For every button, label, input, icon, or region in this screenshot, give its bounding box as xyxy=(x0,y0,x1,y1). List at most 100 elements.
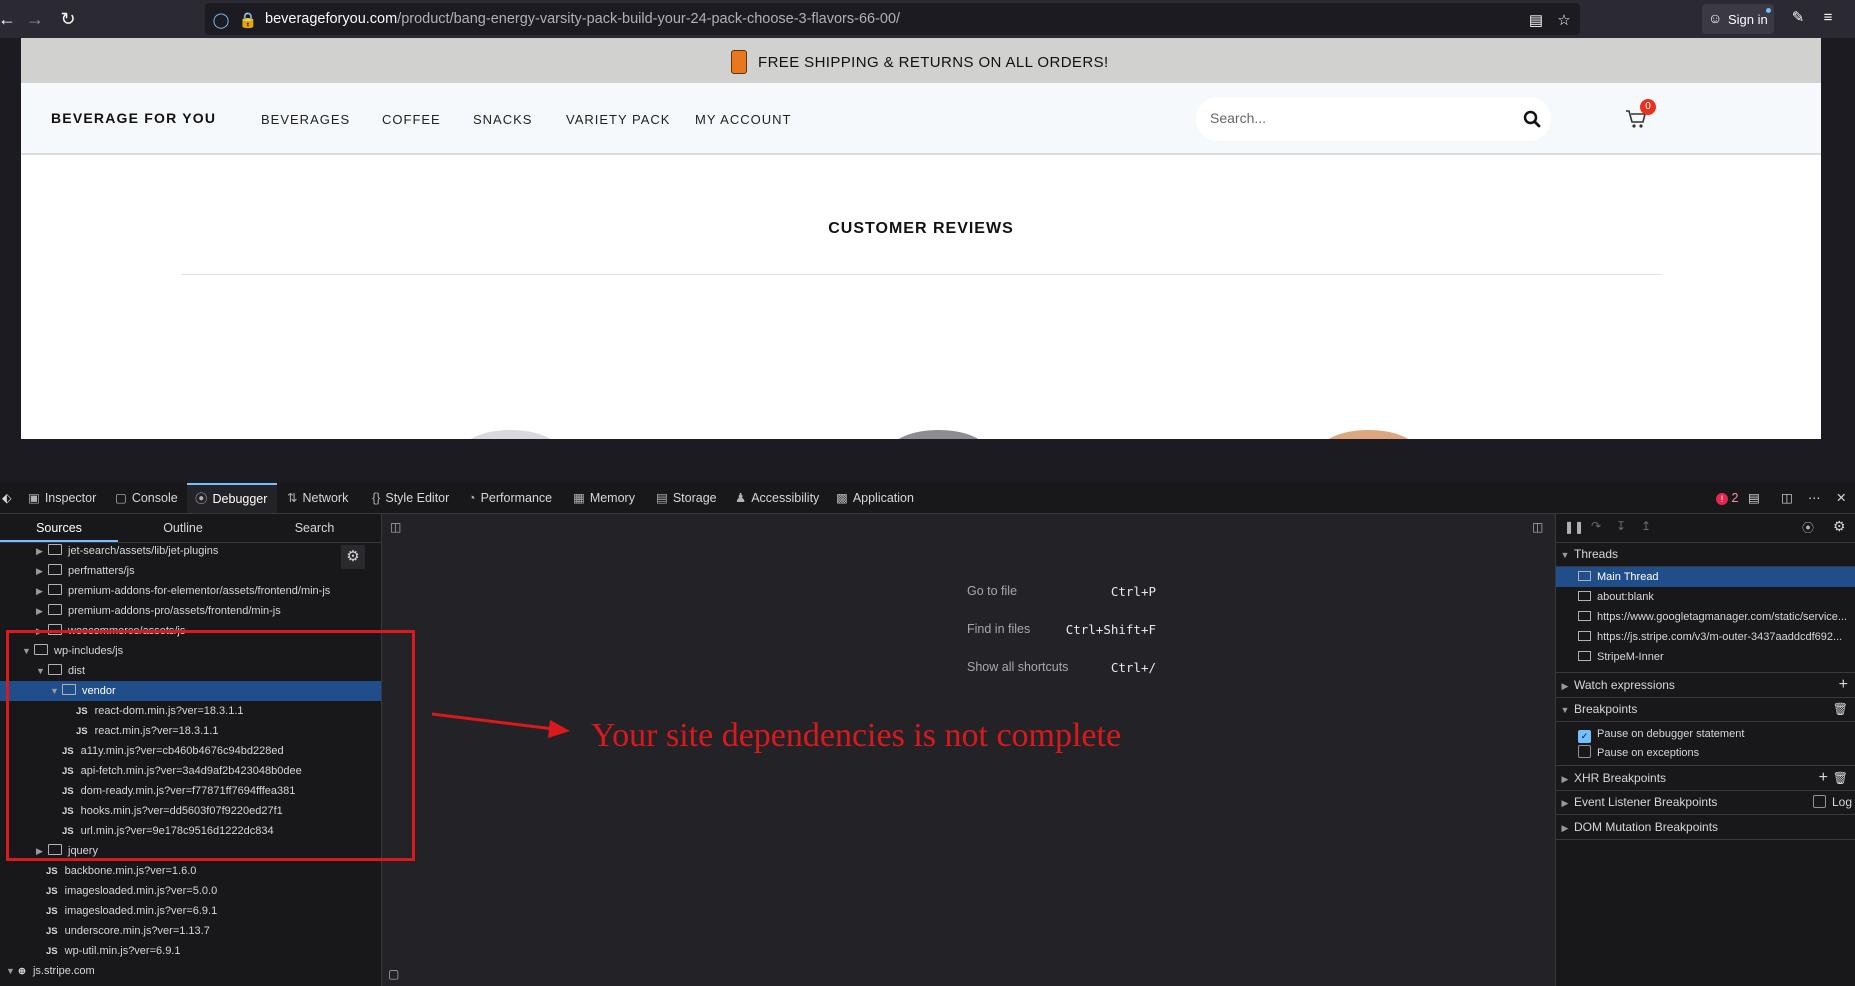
debugger-settings-icon[interactable]: ⚙ xyxy=(1833,518,1846,535)
toggle-sidebar-icon[interactable]: ◫ xyxy=(390,520,401,534)
url-bar[interactable]: ◯ 🔒 beverageforyou.com/product/bang-ener… xyxy=(205,3,1580,35)
expanded-triangle-icon: ▼ xyxy=(1560,705,1570,715)
dock-icon[interactable]: ◫ xyxy=(1781,483,1793,513)
nav-my-account[interactable]: MY ACCOUNT xyxy=(695,112,791,127)
checkbox[interactable] xyxy=(1812,795,1826,808)
deactivate-breakpoints-icon[interactable]: ⦿ xyxy=(1802,519,1814,536)
tab-accessibility[interactable]: ♟ Accessibility xyxy=(735,483,819,513)
reviewer-avatar xyxy=(463,430,558,439)
pretty-print-icon[interactable]: ▢ xyxy=(388,967,399,981)
tab-search[interactable]: Search xyxy=(248,514,381,542)
tree-item-label: premium-addons-for-elementor/assets/fron… xyxy=(68,585,331,597)
trash-icon[interactable]: 🗑 xyxy=(1833,766,1848,790)
annotation-text: Your site dependencies is not complete xyxy=(591,717,1122,754)
pause-debugger-option[interactable]: ✓ Pause on debugger statement xyxy=(1578,724,1744,744)
step-over-icon[interactable]: ↷ xyxy=(1591,519,1601,533)
nav-variety-pack[interactable]: VARIETY PACK xyxy=(566,112,670,127)
tab-outline[interactable]: Outline xyxy=(118,514,248,542)
collapsed-triangle-icon[interactable]: ▶ xyxy=(36,561,48,581)
thread-row[interactable]: StripeM-Inner xyxy=(1556,647,1855,667)
tab-console[interactable]: ▢ Console xyxy=(115,483,178,513)
window-icon xyxy=(1578,591,1591,601)
nav-snacks[interactable]: SNACKS xyxy=(473,112,532,127)
thread-row[interactable]: about:blank xyxy=(1556,587,1855,607)
more-options-icon[interactable]: ⋯ xyxy=(1808,483,1821,513)
tree-folder-item[interactable]: ▶ jet-search/assets/lib/jet-plugins xyxy=(36,541,218,561)
log-toggle[interactable]: Log xyxy=(1812,790,1852,814)
tab-storage[interactable]: ▤ Storage xyxy=(656,483,717,513)
tab-performance[interactable]: ◔ Performance xyxy=(468,483,552,513)
watch-expressions-header[interactable]: ▶ Watch expressions + xyxy=(1556,672,1855,698)
extensions-icon[interactable]: ✎ xyxy=(1788,8,1808,28)
breakpoints-header[interactable]: ▼ Breakpoints 🗑 xyxy=(1556,697,1855,722)
tab-network[interactable]: ⇅ Network xyxy=(287,483,348,513)
back-icon[interactable]: ← xyxy=(0,6,20,32)
drink-can-icon xyxy=(731,50,747,74)
bookmark-star-icon[interactable]: ☆ xyxy=(1554,11,1574,31)
step-in-icon[interactable]: ↧ xyxy=(1616,519,1626,533)
option-label: Pause on exceptions xyxy=(1597,747,1700,759)
tab-application[interactable]: ▩ Application xyxy=(836,483,914,513)
tree-file-item[interactable]: JS wp-util.min.js?ver=6.9.1 xyxy=(34,941,180,961)
dom-mutation-header[interactable]: ▶ DOM Mutation Breakpoints xyxy=(1556,815,1855,840)
expanded-triangle-icon: ▼ xyxy=(1560,550,1570,560)
tree-file-item[interactable]: JS backbone.min.js?ver=1.6.0 xyxy=(34,861,196,881)
error-count-value: 2 xyxy=(1731,491,1739,505)
tracking-shield-icon[interactable]: ◯ xyxy=(211,11,231,31)
reload-icon[interactable]: ↻ xyxy=(55,6,81,32)
collapsed-triangle-icon[interactable]: ▶ xyxy=(36,601,48,621)
site-logo[interactable]: BEVERAGE FOR YOU xyxy=(51,110,216,126)
error-count[interactable]: ! 2 xyxy=(1716,483,1738,513)
collapsed-triangle-icon[interactable]: ▶ xyxy=(36,581,48,601)
forward-icon[interactable]: → xyxy=(22,6,48,32)
tree-file-item[interactable]: JS underscore.min.js?ver=1.13.7 xyxy=(34,921,210,941)
tree-folder-item[interactable]: ▶ premium-addons-pro/assets/frontend/min-… xyxy=(36,601,281,621)
tree-folder-item[interactable]: ▼ ⊕ js.stripe.com xyxy=(6,961,95,981)
step-out-icon[interactable]: ↥ xyxy=(1641,519,1651,533)
tree-file-item[interactable]: JS imagesloaded.min.js?ver=5.0.0 xyxy=(34,881,217,901)
site-header: BEVERAGE FOR YOU BEVERAGES COFFEE SNACKS… xyxy=(21,83,1821,155)
thread-row[interactable]: Main Thread xyxy=(1556,567,1855,587)
pick-element-icon[interactable]: ⬖ xyxy=(2,483,12,513)
tab-debugger[interactable]: ⦿ Debugger xyxy=(187,483,278,513)
thread-row[interactable]: https://js.stripe.com/v3/m-outer-3437aad… xyxy=(1556,627,1855,647)
settings-gear-icon[interactable]: ⚙ xyxy=(341,545,365,569)
menu-icon[interactable]: ≡ xyxy=(1818,8,1838,28)
close-icon[interactable]: ✕ xyxy=(1836,483,1846,513)
pause-exceptions-option[interactable]: Pause on exceptions xyxy=(1578,743,1699,763)
tab-sources[interactable]: Sources xyxy=(0,514,118,542)
tab-style-editor[interactable]: {} Style Editor xyxy=(372,483,449,513)
url-text[interactable]: beverageforyou.com/product/bang-energy-v… xyxy=(265,11,900,27)
storage-icon: ▤ xyxy=(656,491,668,505)
add-icon[interactable]: + xyxy=(1839,673,1848,697)
sign-in-button[interactable]: ☺ Sign in xyxy=(1702,4,1774,34)
reader-view-icon[interactable]: ▤ xyxy=(1526,11,1546,31)
lock-icon[interactable]: 🔒 xyxy=(238,11,258,31)
accessibility-icon: ♟ xyxy=(735,491,747,505)
checkbox[interactable] xyxy=(1578,745,1591,758)
trash-icon[interactable]: 🗑 xyxy=(1833,697,1848,721)
tab-inspector[interactable]: ▣ Inspector xyxy=(28,483,96,513)
split-console-icon[interactable]: ▤ xyxy=(1748,483,1760,513)
tree-folder-item[interactable]: ▶ premium-addons-for-elementor/assets/fro… xyxy=(36,581,330,601)
tree-folder-item[interactable]: ▶ perfmatters/js xyxy=(36,561,135,581)
tab-memory[interactable]: ▦ Memory xyxy=(573,483,635,513)
tree-file-item[interactable]: JS imagesloaded.min.js?ver=6.9.1 xyxy=(34,901,217,921)
window-icon xyxy=(1578,611,1591,621)
toggle-panes-icon[interactable]: ◫ xyxy=(1532,520,1543,534)
expanded-triangle-icon[interactable]: ▼ xyxy=(6,961,18,981)
checkbox-checked[interactable]: ✓ xyxy=(1578,730,1591,743)
pause-icon[interactable]: ❚❚ xyxy=(1564,520,1584,534)
thread-row[interactable]: https://www.googletagmanager.com/static/… xyxy=(1556,607,1855,627)
web-page: FREE SHIPPING & RETURNS ON ALL ORDERS! B… xyxy=(21,38,1821,439)
add-icon[interactable]: + xyxy=(1819,766,1828,790)
search-input[interactable] xyxy=(1208,109,1492,127)
search-icon[interactable] xyxy=(1523,110,1541,128)
event-listener-header[interactable]: ▶ Event Listener Breakpoints Log xyxy=(1556,790,1855,815)
threads-header[interactable]: ▼ Threads xyxy=(1556,542,1855,567)
collapsed-triangle-icon[interactable]: ▶ xyxy=(36,541,48,561)
nav-beverages[interactable]: BEVERAGES xyxy=(261,112,350,127)
nav-coffee[interactable]: COFFEE xyxy=(382,112,441,127)
reviews-heading: CUSTOMER REVIEWS xyxy=(828,220,1014,237)
xhr-breakpoints-header[interactable]: ▶ XHR Breakpoints + 🗑 xyxy=(1556,765,1855,791)
